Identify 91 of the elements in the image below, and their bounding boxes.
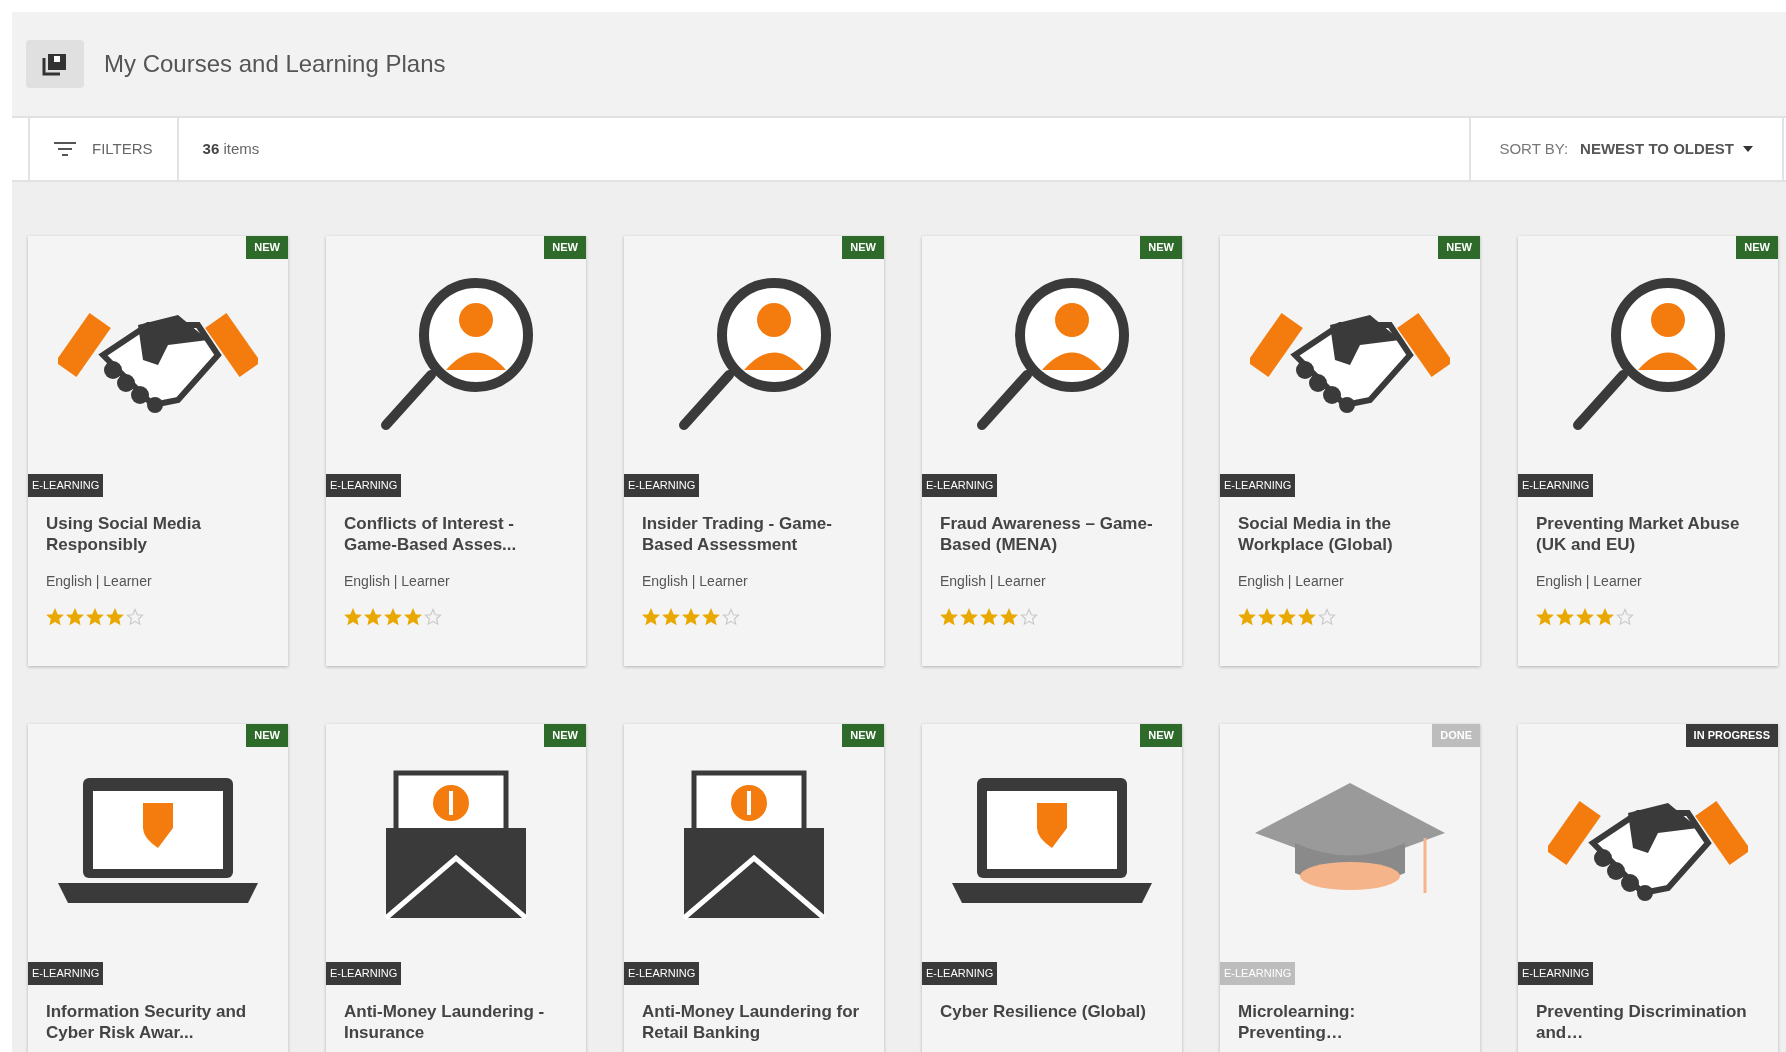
type-label: E-LEARNING [1220, 962, 1296, 985]
filled-star-icon [1536, 607, 1554, 626]
filled-star-icon [662, 607, 680, 626]
course-title: Conflicts of Interest - Game-Based Asses... [343, 512, 518, 555]
type-label: E-LEARNING [28, 474, 104, 497]
course-meta: English | Learner [343, 571, 451, 591]
sort-dropdown[interactable]: SORT BY: NEWEST TO OLDEST [1469, 118, 1784, 180]
course-meta: English | Learner [641, 571, 749, 591]
course-card[interactable]: DONE E-LEARNING Microlearning: Preventing… [1220, 724, 1480, 1052]
course-meta: English | Learner [939, 571, 1047, 591]
course-title: Anti-Money Laundering for Retail Banking [641, 1000, 861, 1043]
type-label: E-LEARNING [28, 962, 104, 985]
caret-icon [1742, 145, 1754, 153]
filled-star-icon [364, 607, 382, 626]
stacked-pages-icon [42, 52, 68, 76]
filled-star-icon [940, 607, 958, 626]
course-card[interactable]: NEW E-LEARNING Information Security and Cyber Risk Awar... [28, 724, 288, 1052]
course-title: Preventing Market Abuse (UK and EU) [1535, 512, 1741, 555]
filled-star-icon [1258, 607, 1276, 626]
course-card[interactable]: NEW E-LEARNING Conflicts of Interest - Game-Based Asses... English | Learner [326, 236, 586, 666]
item-count: 36 items [202, 138, 260, 159]
course-card[interactable]: NEW E-LEARNING Preventing Market Abuse (UK and EU) English | Learner [1518, 236, 1778, 666]
filled-star-icon [682, 607, 700, 626]
filled-star-icon [1238, 607, 1256, 626]
page-title: My Courses and Learning Plans [104, 49, 446, 79]
status-badge: NEW [1736, 236, 1778, 259]
filled-star-icon [642, 607, 660, 626]
type-label: E-LEARNING [624, 962, 700, 985]
course-card[interactable]: NEW E-LEARNING Cyber Resilience (Global) [922, 724, 1182, 1052]
status-badge: NEW [1438, 236, 1480, 259]
course-card[interactable]: NEW E-LEARNING Using Social Media Responsibly English | Learner [28, 236, 288, 666]
filled-star-icon [702, 607, 720, 626]
filled-star-icon [980, 607, 998, 626]
course-title: Fraud Awareness – Game-Based (MENA) [939, 512, 1154, 555]
course-card[interactable]: IN PROGRESS E-LEARNING Preventing Discrimination and… [1518, 724, 1778, 1052]
type-label: E-LEARNING [1518, 962, 1594, 985]
filled-star-icon [404, 607, 422, 626]
status-badge: NEW [544, 724, 586, 747]
course-title: Information Security and Cyber Risk Awar... [45, 1000, 248, 1043]
course-title: Preventing Discrimination and… [1535, 1000, 1748, 1043]
type-label: E-LEARNING [326, 962, 402, 985]
filled-star-icon [1000, 607, 1018, 626]
course-title: Cyber Resilience (Global) [939, 1000, 1147, 1022]
empty-star-icon [1616, 607, 1634, 626]
status-badge: NEW [544, 236, 586, 259]
course-card[interactable]: NEW E-LEARNING Insider Trading - Game-Based Assessment English | Learner [624, 236, 884, 666]
filled-star-icon [1576, 607, 1594, 626]
filled-star-icon [960, 607, 978, 626]
empty-star-icon [722, 607, 740, 626]
type-label: E-LEARNING [922, 962, 998, 985]
filled-star-icon [384, 607, 402, 626]
filters-button[interactable]: FILTERS [28, 118, 179, 180]
course-card[interactable]: NEW E-LEARNING Anti-Money Laundering for Retail Banking [624, 724, 884, 1052]
status-badge: NEW [1140, 236, 1182, 259]
status-badge: NEW [842, 724, 884, 747]
filled-star-icon [86, 607, 104, 626]
filled-star-icon [1596, 607, 1614, 626]
course-meta: English | Learner [45, 571, 153, 591]
status-badge: NEW [246, 236, 288, 259]
course-card[interactable]: NEW E-LEARNING Anti-Money Laundering - Insurance [326, 724, 586, 1052]
empty-star-icon [1318, 607, 1336, 626]
empty-star-icon [424, 607, 442, 626]
filled-star-icon [1556, 607, 1574, 626]
course-card[interactable]: NEW E-LEARNING Fraud Awareness – Game-Based (MENA) English | Learner [922, 236, 1182, 666]
status-badge: NEW [246, 724, 288, 747]
course-title: Microlearning: Preventing… [1237, 1000, 1357, 1043]
type-label: E-LEARNING [922, 474, 998, 497]
status-badge: NEW [842, 236, 884, 259]
filled-star-icon [1278, 607, 1296, 626]
course-title: Insider Trading - Game-Based Assessment [641, 512, 833, 555]
filled-star-icon [46, 607, 64, 626]
course-meta: English | Learner [1237, 571, 1345, 591]
type-label: E-LEARNING [1220, 474, 1296, 497]
type-label: E-LEARNING [1518, 474, 1594, 497]
empty-star-icon [1020, 607, 1038, 626]
filled-star-icon [106, 607, 124, 626]
filter-icon [54, 141, 76, 157]
filled-star-icon [66, 607, 84, 626]
empty-star-icon [126, 607, 144, 626]
filled-star-icon [1298, 607, 1316, 626]
status-badge: DONE [1432, 724, 1480, 747]
course-title: Anti-Money Laundering - Insurance [343, 1000, 546, 1043]
filled-star-icon [344, 607, 362, 626]
course-card[interactable]: NEW E-LEARNING Social Media in the Workplace (Global) English | Learner [1220, 236, 1480, 666]
type-label: E-LEARNING [624, 474, 700, 497]
status-badge: NEW [1140, 724, 1182, 747]
status-badge: IN PROGRESS [1685, 724, 1778, 747]
type-label: E-LEARNING [326, 474, 402, 497]
course-title: Using Social Media Responsibly [45, 512, 202, 555]
course-meta: English | Learner [1535, 571, 1643, 591]
course-title: Social Media in the Workplace (Global) [1237, 512, 1394, 555]
